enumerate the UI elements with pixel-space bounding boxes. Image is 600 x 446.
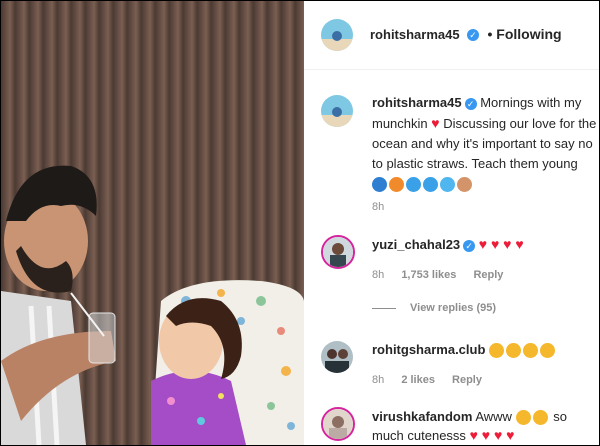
comment-username[interactable]: virushkafandom bbox=[372, 409, 472, 424]
comment-likes[interactable]: 2 likes bbox=[401, 374, 435, 386]
verified-badge-icon: ✓ bbox=[464, 97, 477, 110]
following-button[interactable]: • Following bbox=[488, 26, 562, 42]
comment-username[interactable]: yuzi_chahal23 bbox=[372, 237, 460, 252]
comment-text-1: Awww bbox=[475, 409, 512, 424]
photo-illustration bbox=[1, 165, 304, 445]
comment-likes[interactable]: 1,753 likes bbox=[401, 269, 456, 281]
reply-button[interactable]: Reply bbox=[473, 269, 503, 281]
red-heart-icon: ♥ bbox=[431, 115, 440, 131]
comment-time: 8h bbox=[372, 374, 385, 386]
author-username[interactable]: rohitsharma45 bbox=[370, 27, 460, 42]
comment-2: rohitgsharma.club bbox=[372, 340, 597, 359]
post-photo[interactable] bbox=[1, 1, 304, 445]
caption-username[interactable]: rohitsharma45 bbox=[372, 95, 462, 110]
comments-panel: rohitsharma45 ✓ • Following rohitsharma4… bbox=[304, 1, 599, 445]
view-replies-label: View replies (95) bbox=[410, 302, 497, 314]
crying-emoji-icon bbox=[515, 409, 550, 426]
ocean-emojis-icon bbox=[372, 176, 474, 193]
comment-username[interactable]: rohitgsharma.club bbox=[372, 342, 485, 357]
post-header: rohitsharma45 ✓ • Following bbox=[304, 1, 599, 70]
comment-meta: 8h 1,753 likes Reply bbox=[372, 269, 503, 281]
view-replies-button[interactable]: View replies (95) bbox=[372, 302, 496, 314]
caption-avatar[interactable] bbox=[321, 95, 353, 127]
comment-meta: 8h 2 likes Reply bbox=[372, 374, 482, 386]
commenter-avatar[interactable] bbox=[321, 407, 355, 441]
verified-badge-icon: ✓ bbox=[467, 28, 480, 41]
commenter-avatar[interactable] bbox=[321, 341, 353, 373]
verified-badge-icon: ✓ bbox=[463, 239, 476, 252]
commenter-avatar[interactable] bbox=[321, 235, 355, 269]
comment-1: yuzi_chahal23 ✓ ♥ ♥ ♥ ♥ bbox=[372, 235, 597, 254]
divider bbox=[372, 307, 396, 309]
comment-time: 8h bbox=[372, 269, 385, 281]
reply-button[interactable]: Reply bbox=[452, 374, 482, 386]
hearts-icon: ♥ ♥ ♥ ♥ bbox=[469, 427, 515, 443]
heart-eyes-emoji-icon bbox=[489, 342, 557, 359]
comment-3: virushkafandom Awww so much cutenesss ♥ … bbox=[372, 407, 597, 445]
post-caption: rohitsharma45 ✓ Mornings with my munchkin… bbox=[372, 93, 597, 194]
caption-time: 8h bbox=[372, 201, 385, 213]
author-avatar[interactable] bbox=[321, 19, 353, 51]
instagram-post-window: rohitsharma45 ✓ • Following rohitsharma4… bbox=[0, 0, 600, 446]
hearts-icon: ♥ ♥ ♥ ♥ bbox=[478, 236, 524, 252]
